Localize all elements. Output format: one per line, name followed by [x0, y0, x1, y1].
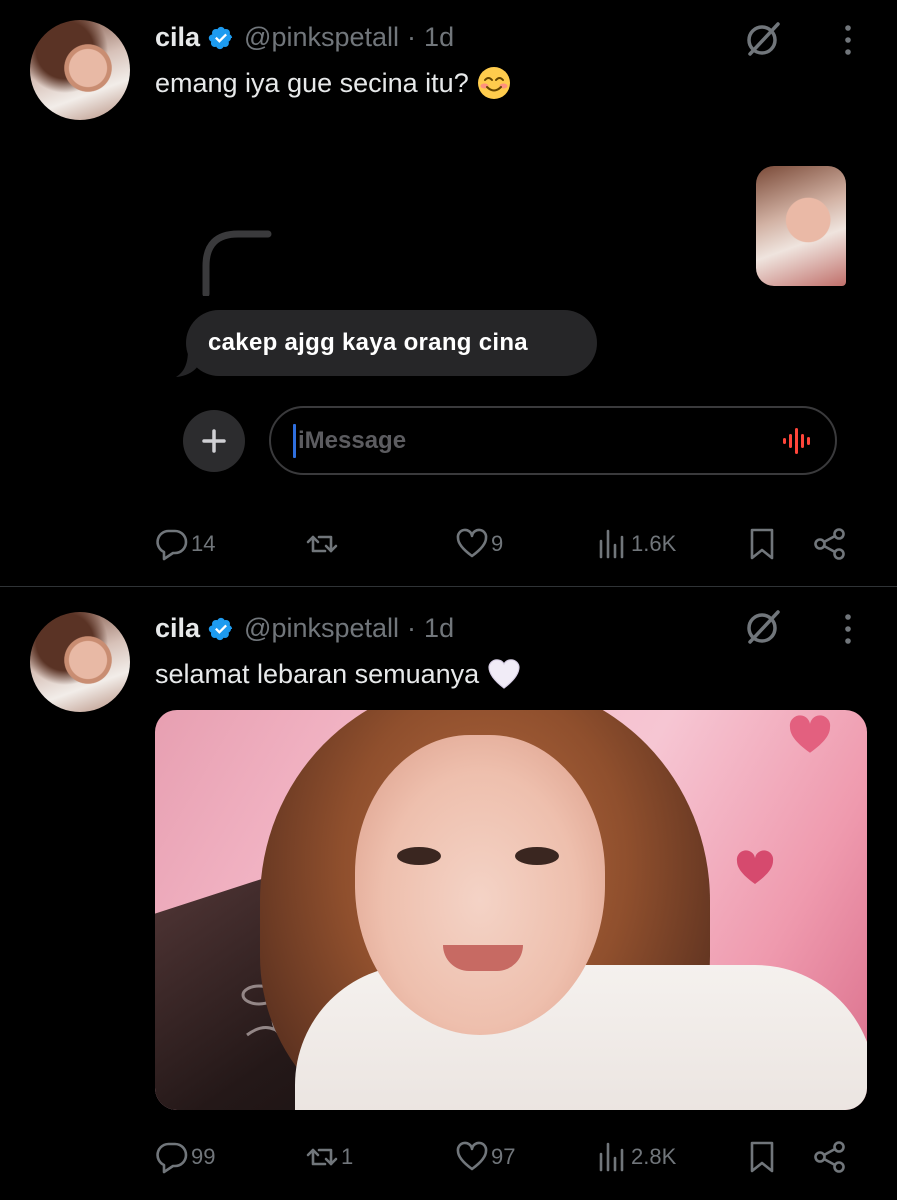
reply-curve-icon	[202, 230, 272, 296]
views-icon	[599, 1142, 624, 1172]
grok-icon[interactable]	[742, 606, 784, 648]
view-count: 2.8K	[631, 1144, 677, 1169]
tweet-2[interactable]: cila @pinkspetall · 1d selamat lebaran s…	[0, 587, 897, 1200]
action-bar: 99 1 97 2.8K	[155, 1137, 855, 1177]
background-heart	[789, 715, 831, 753]
imessage-placeholder: iMessage	[298, 426, 407, 454]
like-button[interactable]: 97	[455, 1137, 515, 1177]
plus-icon	[202, 429, 226, 453]
tweet-text-content: selamat lebaran semuanya	[155, 658, 480, 689]
chat-message-bubble: cakep ajgg kaya orang cina	[186, 310, 597, 376]
reply-count: 99	[191, 1144, 216, 1169]
share-icon	[814, 1141, 845, 1173]
more-vertical-icon[interactable]	[838, 20, 858, 60]
verified-badge-icon	[208, 26, 233, 49]
like-count: 9	[491, 531, 504, 556]
share-button[interactable]	[813, 524, 847, 564]
views-icon	[599, 529, 624, 559]
bookmark-button[interactable]	[745, 524, 779, 564]
reply-icon	[156, 529, 188, 561]
audio-waveform-icon[interactable]	[781, 426, 815, 456]
add-attachment-button[interactable]	[183, 410, 245, 472]
bookmark-icon	[750, 528, 774, 560]
smile	[443, 945, 523, 971]
repost-button[interactable]: 1	[305, 1137, 353, 1177]
repost-count: 1	[341, 1144, 354, 1169]
tweet-photo[interactable]	[155, 710, 867, 1110]
bookmark-icon	[750, 1141, 774, 1173]
more-vertical-icon[interactable]	[838, 609, 858, 649]
background-heart	[736, 850, 774, 884]
tweet-text-content: emang iya gue secina itu?	[155, 67, 469, 98]
left-eye	[397, 847, 441, 865]
reply-button[interactable]: 14	[155, 524, 215, 564]
tweet-text: emang iya gue secina itu?	[155, 66, 511, 100]
imessage-input[interactable]: iMessage	[269, 406, 837, 475]
like-button[interactable]: 9	[455, 524, 503, 564]
chat-message-text: cakep ajgg kaya orang cina	[208, 329, 528, 356]
tweet-header: cila @pinkspetall · 1d	[155, 22, 454, 53]
chat-photo-thumbnail[interactable]	[756, 166, 846, 286]
separator-dot: ·	[407, 613, 417, 643]
repost-icon	[306, 535, 338, 553]
avatar[interactable]	[30, 20, 130, 120]
views-button[interactable]: 2.8K	[595, 1137, 676, 1177]
reply-count: 14	[191, 531, 216, 556]
heart-icon	[456, 1141, 488, 1171]
repost-icon	[306, 1148, 338, 1166]
separator-dot: ·	[407, 22, 417, 52]
share-button[interactable]	[813, 1137, 847, 1177]
like-count: 97	[491, 1144, 516, 1169]
bookmark-button[interactable]	[745, 1137, 779, 1177]
timestamp[interactable]: 1d	[424, 613, 454, 644]
grok-icon[interactable]	[742, 18, 784, 60]
verified-badge-icon	[208, 617, 233, 640]
share-icon	[814, 528, 845, 560]
action-bar: 14 9 1.6K	[155, 524, 855, 564]
view-count: 1.6K	[631, 531, 677, 556]
white-top	[295, 965, 867, 1110]
smiling-face-emoji	[477, 67, 510, 99]
repost-button[interactable]	[305, 524, 341, 564]
tweet-header: cila @pinkspetall · 1d	[155, 613, 454, 644]
face	[355, 735, 605, 1035]
tweet-text: selamat lebaran semuanya	[155, 657, 521, 691]
text-caret	[293, 423, 296, 458]
views-button[interactable]: 1.6K	[595, 524, 676, 564]
right-eye	[515, 847, 559, 865]
author-name[interactable]: cila	[155, 22, 200, 53]
author-name[interactable]: cila	[155, 613, 200, 644]
author-handle[interactable]: @pinkspetall	[244, 22, 399, 53]
tweet-1[interactable]: cila @pinkspetall · 1d emang iya gue sec…	[0, 0, 897, 586]
timestamp[interactable]: 1d	[424, 22, 454, 53]
white-heart-emoji	[488, 659, 520, 689]
author-handle[interactable]: @pinkspetall	[244, 613, 399, 644]
avatar[interactable]	[30, 612, 130, 712]
reply-icon	[156, 1142, 188, 1174]
heart-icon	[456, 528, 488, 558]
reply-button[interactable]: 99	[155, 1137, 215, 1177]
